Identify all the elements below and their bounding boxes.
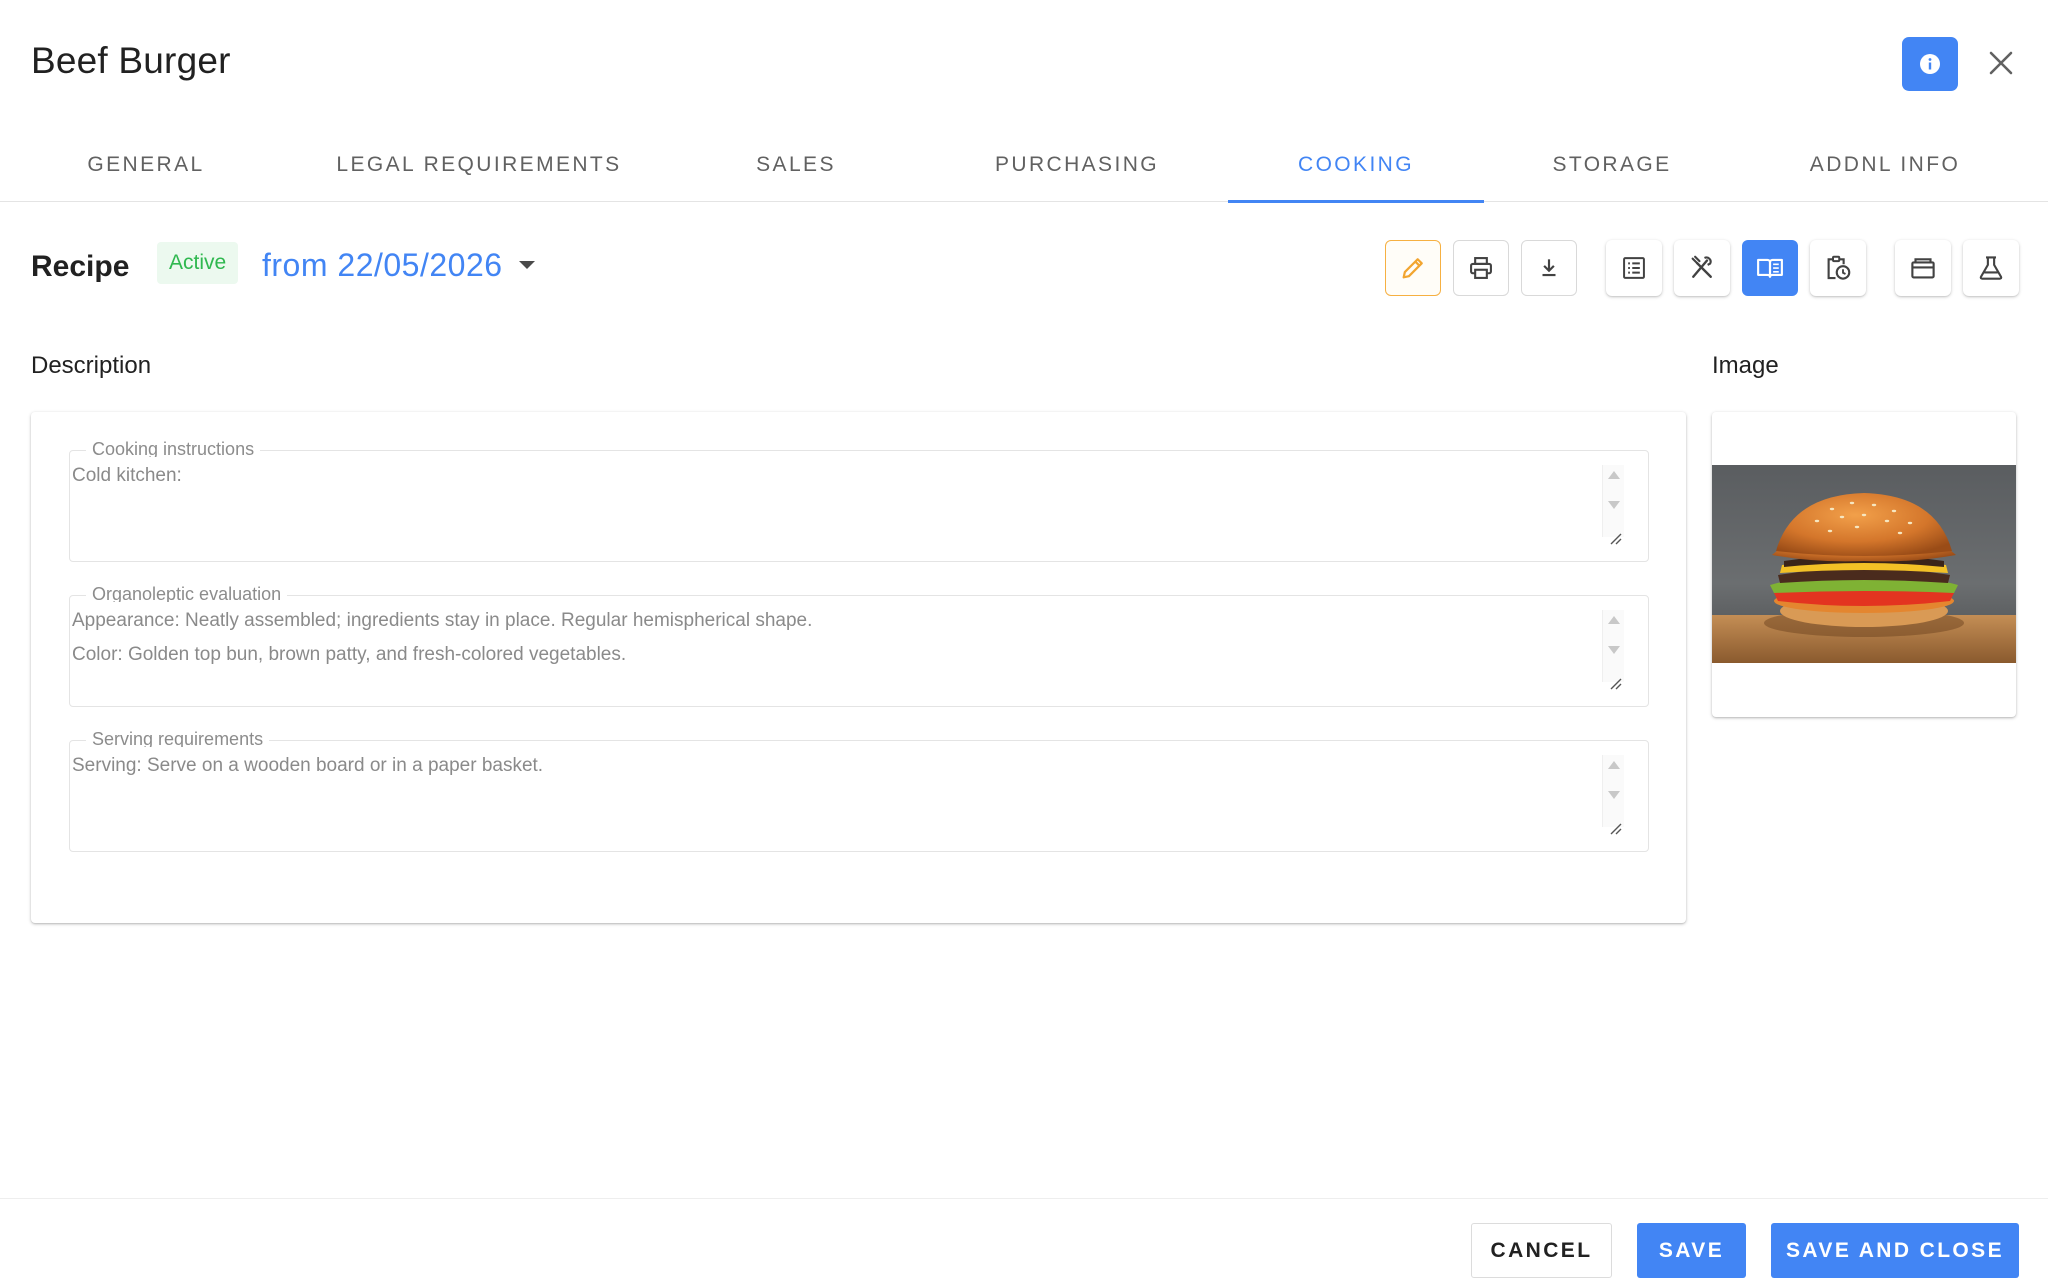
tab-purchasing[interactable]: PURCHASING xyxy=(950,128,1204,202)
flask-icon xyxy=(1979,256,2003,280)
cancel-button[interactable]: CANCEL xyxy=(1471,1223,1612,1278)
cooking-instructions-field[interactable]: Cooking instructions Cold kitchen: xyxy=(69,437,1649,562)
scroll-up-icon[interactable] xyxy=(1608,471,1620,479)
recipe-bar: Recipe Active from 22/05/2026 xyxy=(0,230,2048,300)
scroll-up-icon[interactable] xyxy=(1608,616,1620,624)
recipe-label: Recipe xyxy=(31,250,130,283)
burger-photo xyxy=(1712,465,2016,663)
field-line: Appearance: Neatly assembled; ingredient… xyxy=(72,610,813,631)
save-and-close-button[interactable]: SAVE AND CLOSE xyxy=(1771,1223,2019,1278)
cutlery-icon xyxy=(1691,255,1712,278)
download-icon xyxy=(1542,259,1556,277)
list-icon xyxy=(1623,257,1645,279)
pencil-icon xyxy=(1402,258,1423,279)
tab-general[interactable]: GENERAL xyxy=(31,128,261,202)
close-button[interactable] xyxy=(1983,43,2019,83)
image-label: Image xyxy=(1712,352,1779,379)
lab-analysis-button[interactable] xyxy=(1963,240,2019,296)
field-line: Serving: Serve on a wooden board or in a… xyxy=(72,755,544,776)
info-icon xyxy=(1920,54,1940,74)
description-card: Cooking instructions Cold kitchen: Organ… xyxy=(31,412,1686,923)
download-button[interactable] xyxy=(1521,240,1577,296)
serving-requirements-field[interactable]: Serving requirements Serving: Serve on a… xyxy=(69,727,1649,852)
dialog-footer: CANCEL SAVE SAVE AND CLOSE xyxy=(0,1198,2048,1288)
print-button[interactable] xyxy=(1453,240,1509,296)
ingredients-list-button[interactable] xyxy=(1606,240,1662,296)
resize-handle-icon[interactable] xyxy=(1608,676,1622,690)
field-scrollbar[interactable] xyxy=(1602,465,1624,537)
cooking-instructions-text: Cold kitchen: xyxy=(72,459,1572,493)
clipboard-clock-icon xyxy=(1827,255,1851,280)
field-scrollbar[interactable] xyxy=(1602,610,1624,682)
recipe-date-select[interactable]: from 22/05/2026 xyxy=(262,246,535,284)
resize-handle-icon[interactable] xyxy=(1608,821,1622,835)
schedule-button[interactable] xyxy=(1810,240,1866,296)
tab-sales[interactable]: SALES xyxy=(700,128,892,202)
organoleptic-evaluation-legend: Organoleptic evaluation xyxy=(86,582,288,602)
recipe-description-button[interactable] xyxy=(1742,240,1798,296)
serving-requirements-text: Serving: Serve on a wooden board or in a… xyxy=(72,749,1572,783)
box-icon xyxy=(1911,258,1935,279)
recipe-date-value: from 22/05/2026 xyxy=(262,246,503,283)
scroll-down-icon[interactable] xyxy=(1608,501,1620,509)
description-label: Description xyxy=(31,352,152,379)
cooking-process-button[interactable] xyxy=(1674,240,1730,296)
field-scrollbar[interactable] xyxy=(1602,755,1624,827)
packaging-button[interactable] xyxy=(1895,240,1951,296)
tab-legal-requirements[interactable]: LEGAL REQUIREMENTS xyxy=(290,128,668,202)
caret-down-icon xyxy=(518,261,535,269)
close-icon xyxy=(1989,51,2013,75)
serving-requirements-legend: Serving requirements xyxy=(86,727,270,747)
info-button[interactable] xyxy=(1902,37,1958,91)
page-title: Beef Burger xyxy=(31,40,231,81)
tab-bar: GENERAL LEGAL REQUIREMENTS SALES PURCHAS… xyxy=(0,128,2048,203)
scroll-down-icon[interactable] xyxy=(1608,791,1620,799)
status-badge: Active xyxy=(157,242,239,284)
dialog-header: Beef Burger xyxy=(0,0,2048,128)
resize-handle-icon[interactable] xyxy=(1608,531,1622,545)
field-line: Cold kitchen: xyxy=(72,465,182,486)
edit-button[interactable] xyxy=(1385,240,1441,296)
field-line: Color: Golden top bun, brown patty, and … xyxy=(72,644,627,665)
tab-addnl-info[interactable]: ADDNL INFO xyxy=(1740,128,2030,202)
tab-cooking[interactable]: COOKING xyxy=(1228,128,1484,203)
scroll-down-icon[interactable] xyxy=(1608,646,1620,654)
save-button[interactable]: SAVE xyxy=(1637,1223,1746,1278)
scroll-up-icon[interactable] xyxy=(1608,761,1620,769)
organoleptic-evaluation-field[interactable]: Organoleptic evaluation Appearance: Neat… xyxy=(69,582,1649,707)
cooking-instructions-legend: Cooking instructions xyxy=(86,437,261,457)
organoleptic-evaluation-text: Appearance: Neatly assembled; ingredient… xyxy=(72,604,1572,672)
image-card[interactable] xyxy=(1712,412,2016,717)
book-icon xyxy=(1757,258,1783,278)
print-icon xyxy=(1470,257,1492,279)
tab-storage[interactable]: STORAGE xyxy=(1508,128,1716,202)
